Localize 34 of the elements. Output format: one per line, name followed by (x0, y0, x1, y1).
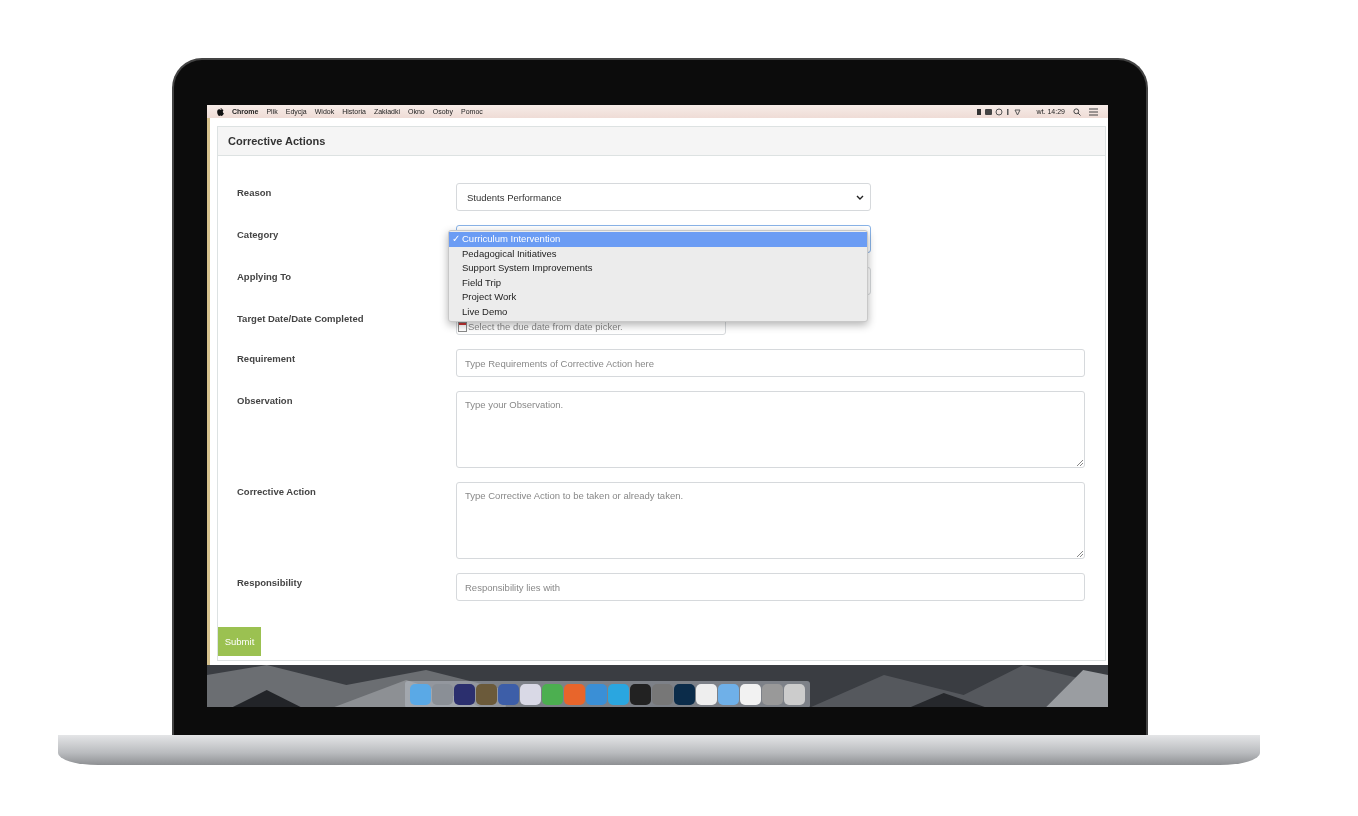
resize-handle-icon[interactable] (1077, 460, 1083, 466)
app-icon[interactable] (674, 684, 695, 705)
app-icon[interactable] (784, 684, 805, 705)
app-icon[interactable] (454, 684, 475, 705)
app-icon[interactable] (696, 684, 717, 705)
field-label: Category (237, 228, 280, 242)
dropdown-option[interactable]: Pedagogical Initiatives (449, 246, 867, 261)
field-label: Requirement (237, 352, 297, 366)
field-label: Corrective Action (237, 485, 317, 499)
app-icon[interactable] (630, 684, 651, 705)
dropdown-option[interactable]: Field Trip (449, 275, 867, 290)
field-label: Responsibility (237, 576, 303, 590)
field-label: Observation (237, 394, 294, 408)
app-icon[interactable] (476, 684, 497, 705)
search-icon[interactable] (1073, 107, 1081, 116)
list-icon[interactable] (1089, 107, 1098, 116)
panel-title: Corrective Actions (228, 135, 326, 147)
chevron-icon (856, 194, 864, 200)
resize-handle-icon[interactable] (1077, 551, 1083, 557)
dropdown-option[interactable]: Live Demo (449, 304, 867, 319)
field-label: Reason (237, 186, 273, 200)
text-area[interactable]: Type your Observation. (456, 391, 1085, 468)
input-field[interactable]: Type Requirements of Corrective Action here (456, 349, 1085, 377)
text-area[interactable]: Type Corrective Action to be taken or already taken. (456, 482, 1085, 559)
apple-icon (217, 107, 224, 116)
input-field[interactable]: Responsibility lies with (456, 573, 1085, 601)
select-field[interactable]: Students Performance (456, 183, 871, 211)
select-value: Students Performance (467, 191, 562, 203)
field-label: Target Date/Date Completed (237, 312, 365, 326)
dropdown-option[interactable]: Support System Improvements (449, 261, 867, 276)
app-icon[interactable] (740, 684, 761, 705)
app-icon[interactable] (520, 684, 541, 705)
dropdown-option[interactable]: Project Work (449, 290, 867, 305)
field-label: Applying To (237, 270, 293, 284)
